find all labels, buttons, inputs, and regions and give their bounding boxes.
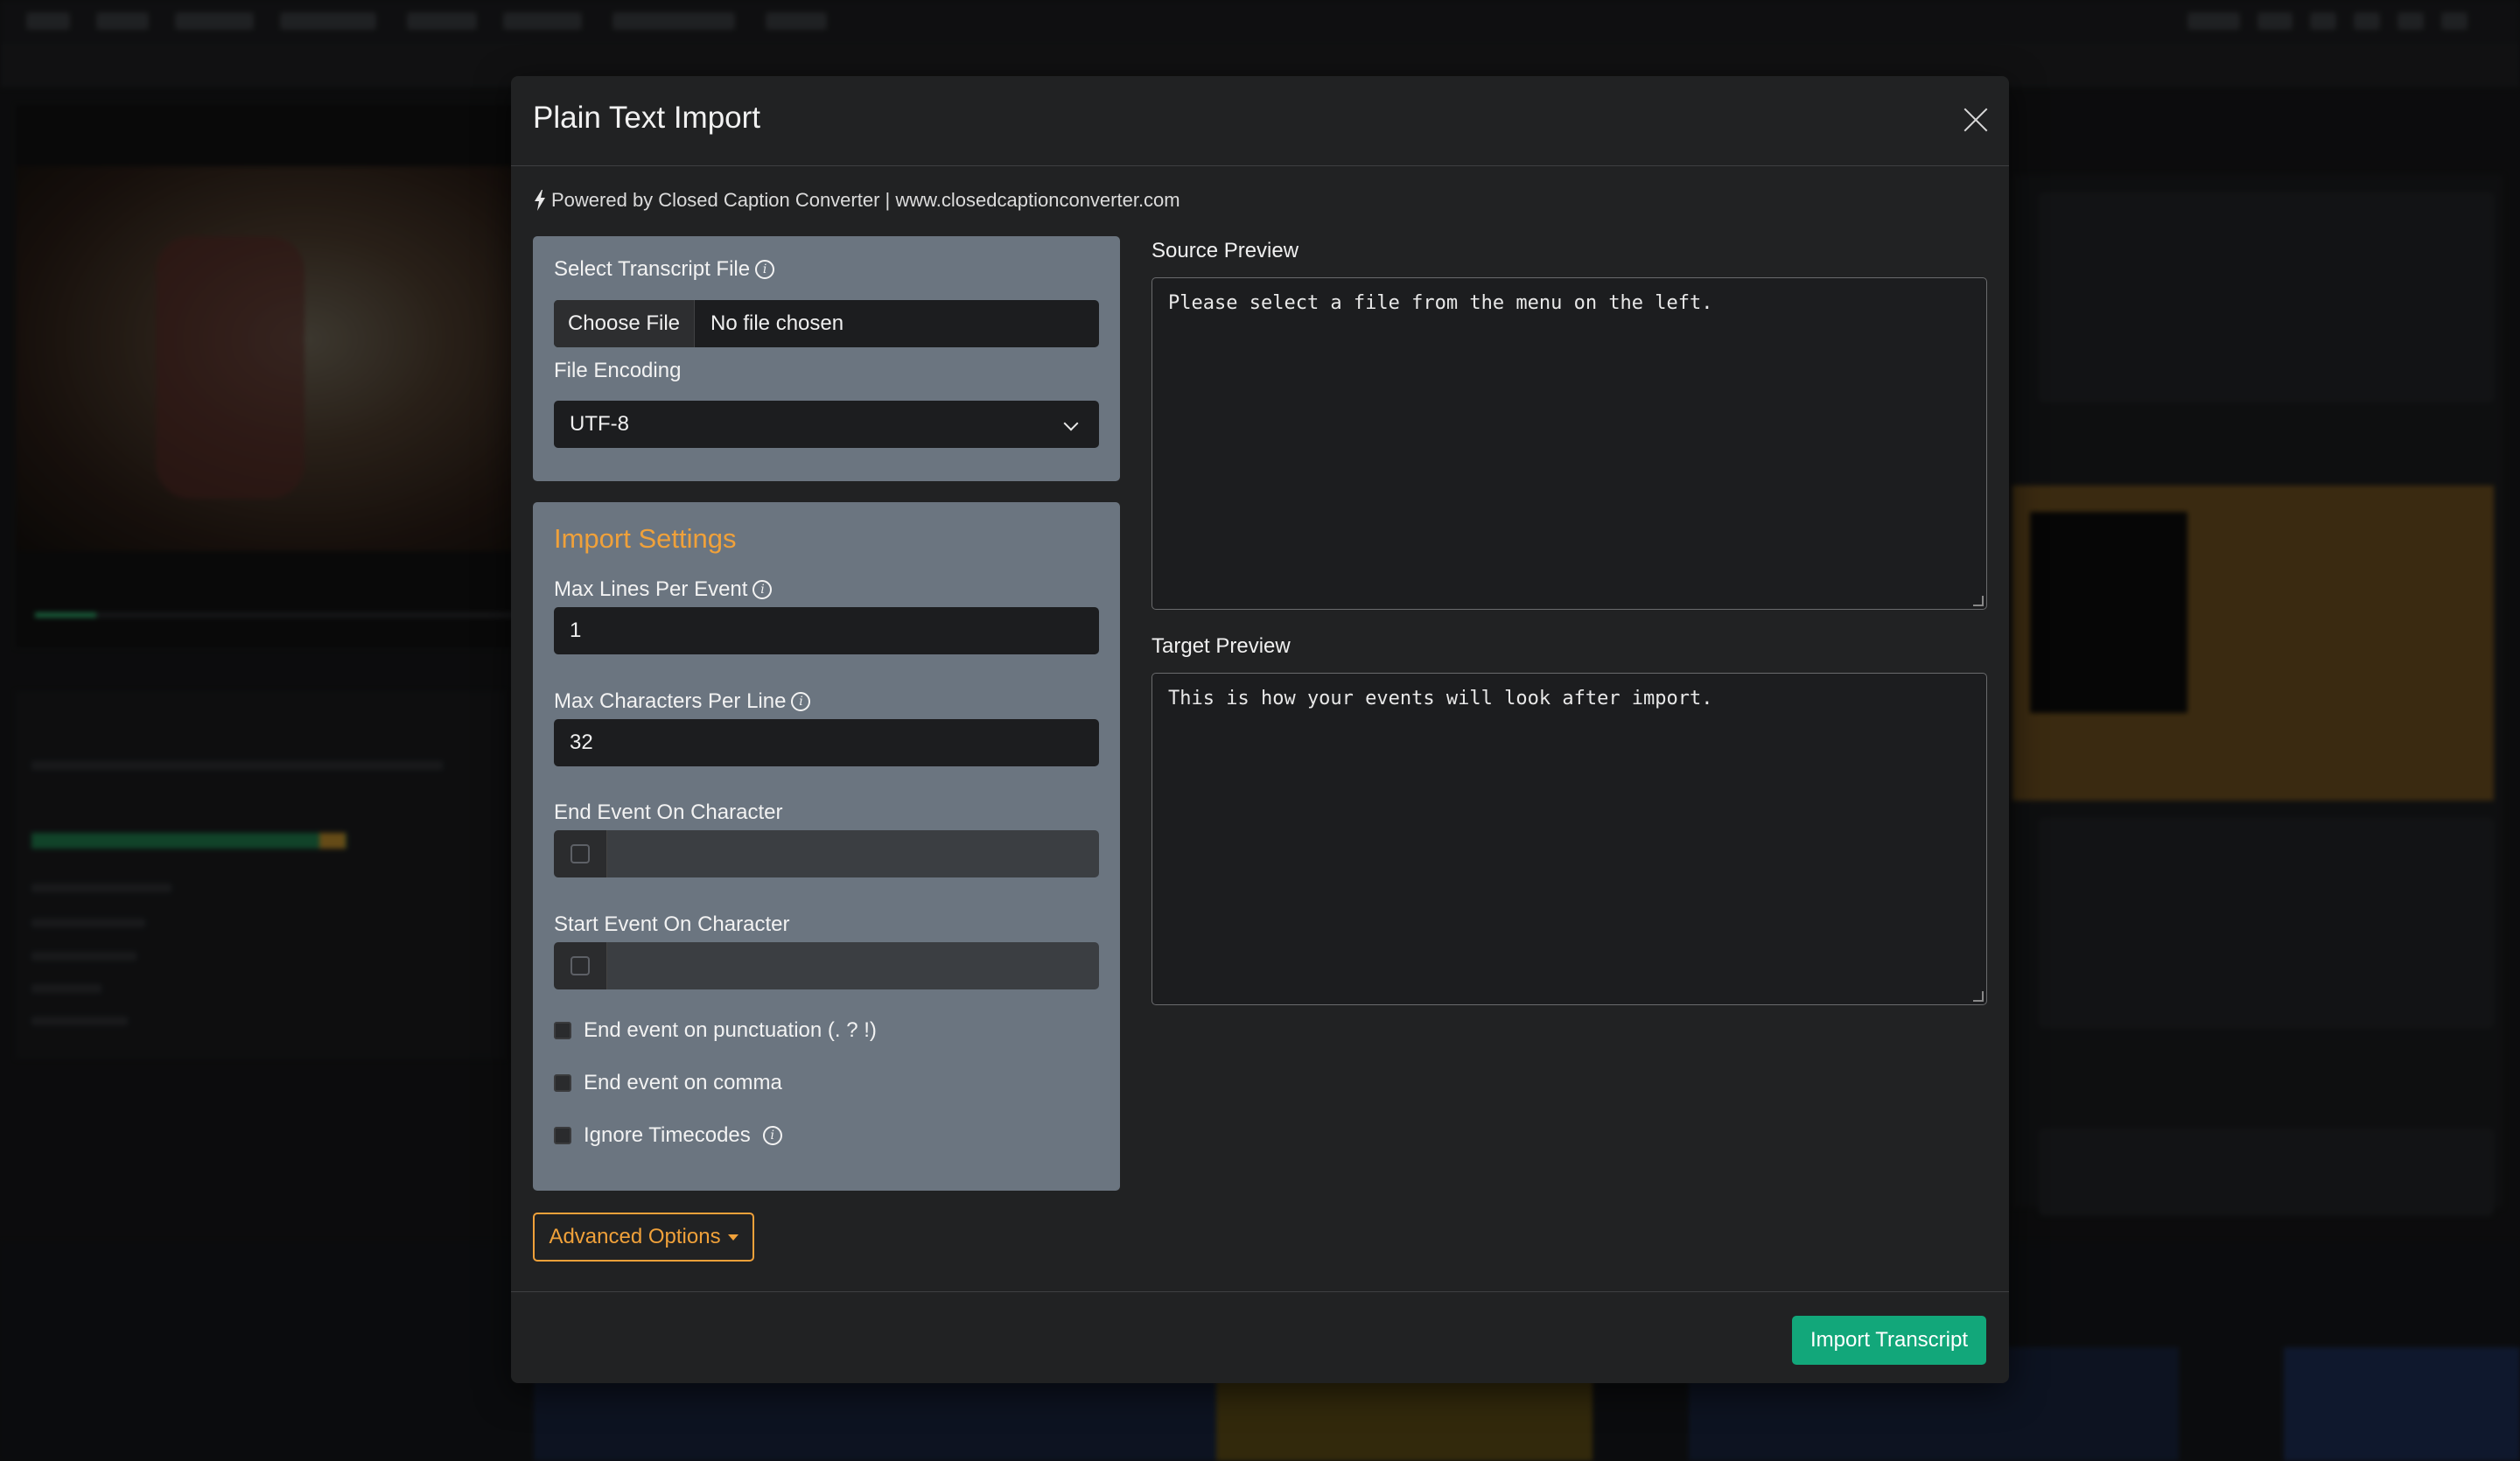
end-event-char-input[interactable] — [607, 830, 1099, 877]
resize-handle-icon[interactable] — [1973, 991, 1984, 1002]
source-preview-text: Please select a file from the menu on th… — [1168, 292, 1713, 314]
import-settings-card: Import Settings Max Lines Per Event i 1 … — [533, 502, 1120, 1191]
end-on-punctuation-label: End event on punctuation (. ? !) — [584, 1018, 877, 1042]
start-event-char-checkbox[interactable] — [570, 956, 590, 975]
bolt-icon — [535, 190, 545, 211]
max-lines-label: Max Lines Per Event i — [554, 577, 773, 602]
select-file-label: Select Transcript File i — [554, 257, 775, 282]
info-icon[interactable]: i — [752, 580, 773, 599]
file-encoding-select[interactable]: UTF-8 — [554, 401, 1099, 448]
import-settings-title: Import Settings — [554, 523, 737, 554]
start-event-char-group — [554, 942, 1099, 989]
end-on-comma-label: End event on comma — [584, 1071, 782, 1094]
resize-handle-icon[interactable] — [1973, 596, 1984, 606]
target-preview-label: Target Preview — [1152, 634, 1291, 658]
modal-title: Plain Text Import — [533, 101, 761, 135]
chevron-down-icon — [1063, 416, 1079, 431]
file-select-card: Select Transcript File i Choose File No … — [533, 236, 1120, 481]
encoding-value: UTF-8 — [570, 412, 629, 436]
end-event-char-group — [554, 830, 1099, 877]
end-event-char-label: End Event On Character — [554, 800, 783, 824]
ignore-timecodes-label: Ignore Timecodes — [584, 1123, 751, 1147]
file-input[interactable]: Choose File No file chosen — [554, 300, 1099, 347]
advanced-options-button[interactable]: Advanced Options — [533, 1213, 754, 1262]
end-on-comma-option[interactable]: End event on comma — [554, 1071, 782, 1095]
powered-by-text: Powered by Closed Caption Converter | ww… — [551, 189, 1180, 211]
end-on-punctuation-option[interactable]: End event on punctuation (. ? !) — [554, 1018, 877, 1043]
advanced-options-label: Advanced Options — [549, 1225, 721, 1248]
info-icon[interactable]: i — [762, 1126, 782, 1145]
caret-down-icon — [727, 1234, 738, 1241]
end-on-punctuation-checkbox[interactable] — [554, 1022, 571, 1039]
file-encoding-label: File Encoding — [554, 359, 682, 382]
close-icon[interactable] — [1960, 104, 1992, 136]
info-icon[interactable]: i — [791, 692, 811, 711]
powered-by: Powered by Closed Caption Converter | ww… — [534, 189, 1180, 212]
choose-file-button[interactable]: Choose File — [554, 300, 695, 347]
max-chars-input[interactable]: 32 — [554, 719, 1099, 766]
import-transcript-button[interactable]: Import Transcript — [1792, 1316, 1986, 1365]
ignore-timecodes-option[interactable]: Ignore Timecodes i — [554, 1123, 782, 1148]
plain-text-import-modal: Plain Text Import Powered by Closed Capt… — [511, 76, 2009, 1383]
source-preview-textarea[interactable]: Please select a file from the menu on th… — [1152, 277, 1987, 610]
ignore-timecodes-checkbox[interactable] — [554, 1127, 571, 1144]
modal-header: Plain Text Import — [511, 76, 2009, 166]
start-event-char-input[interactable] — [607, 942, 1099, 989]
info-icon[interactable]: i — [755, 260, 775, 279]
modal-footer-divider — [511, 1291, 2009, 1292]
start-event-char-label: Start Event On Character — [554, 912, 790, 936]
end-event-char-checkbox[interactable] — [570, 844, 590, 863]
end-on-comma-checkbox[interactable] — [554, 1074, 571, 1092]
source-preview-label: Source Preview — [1152, 239, 1299, 262]
max-lines-input[interactable]: 1 — [554, 607, 1099, 654]
file-status: No file chosen — [710, 311, 844, 335]
target-preview-textarea[interactable]: This is how your events will look after … — [1152, 673, 1987, 1005]
target-preview-text: This is how your events will look after … — [1168, 688, 1713, 710]
max-chars-label: Max Characters Per Line i — [554, 689, 811, 714]
